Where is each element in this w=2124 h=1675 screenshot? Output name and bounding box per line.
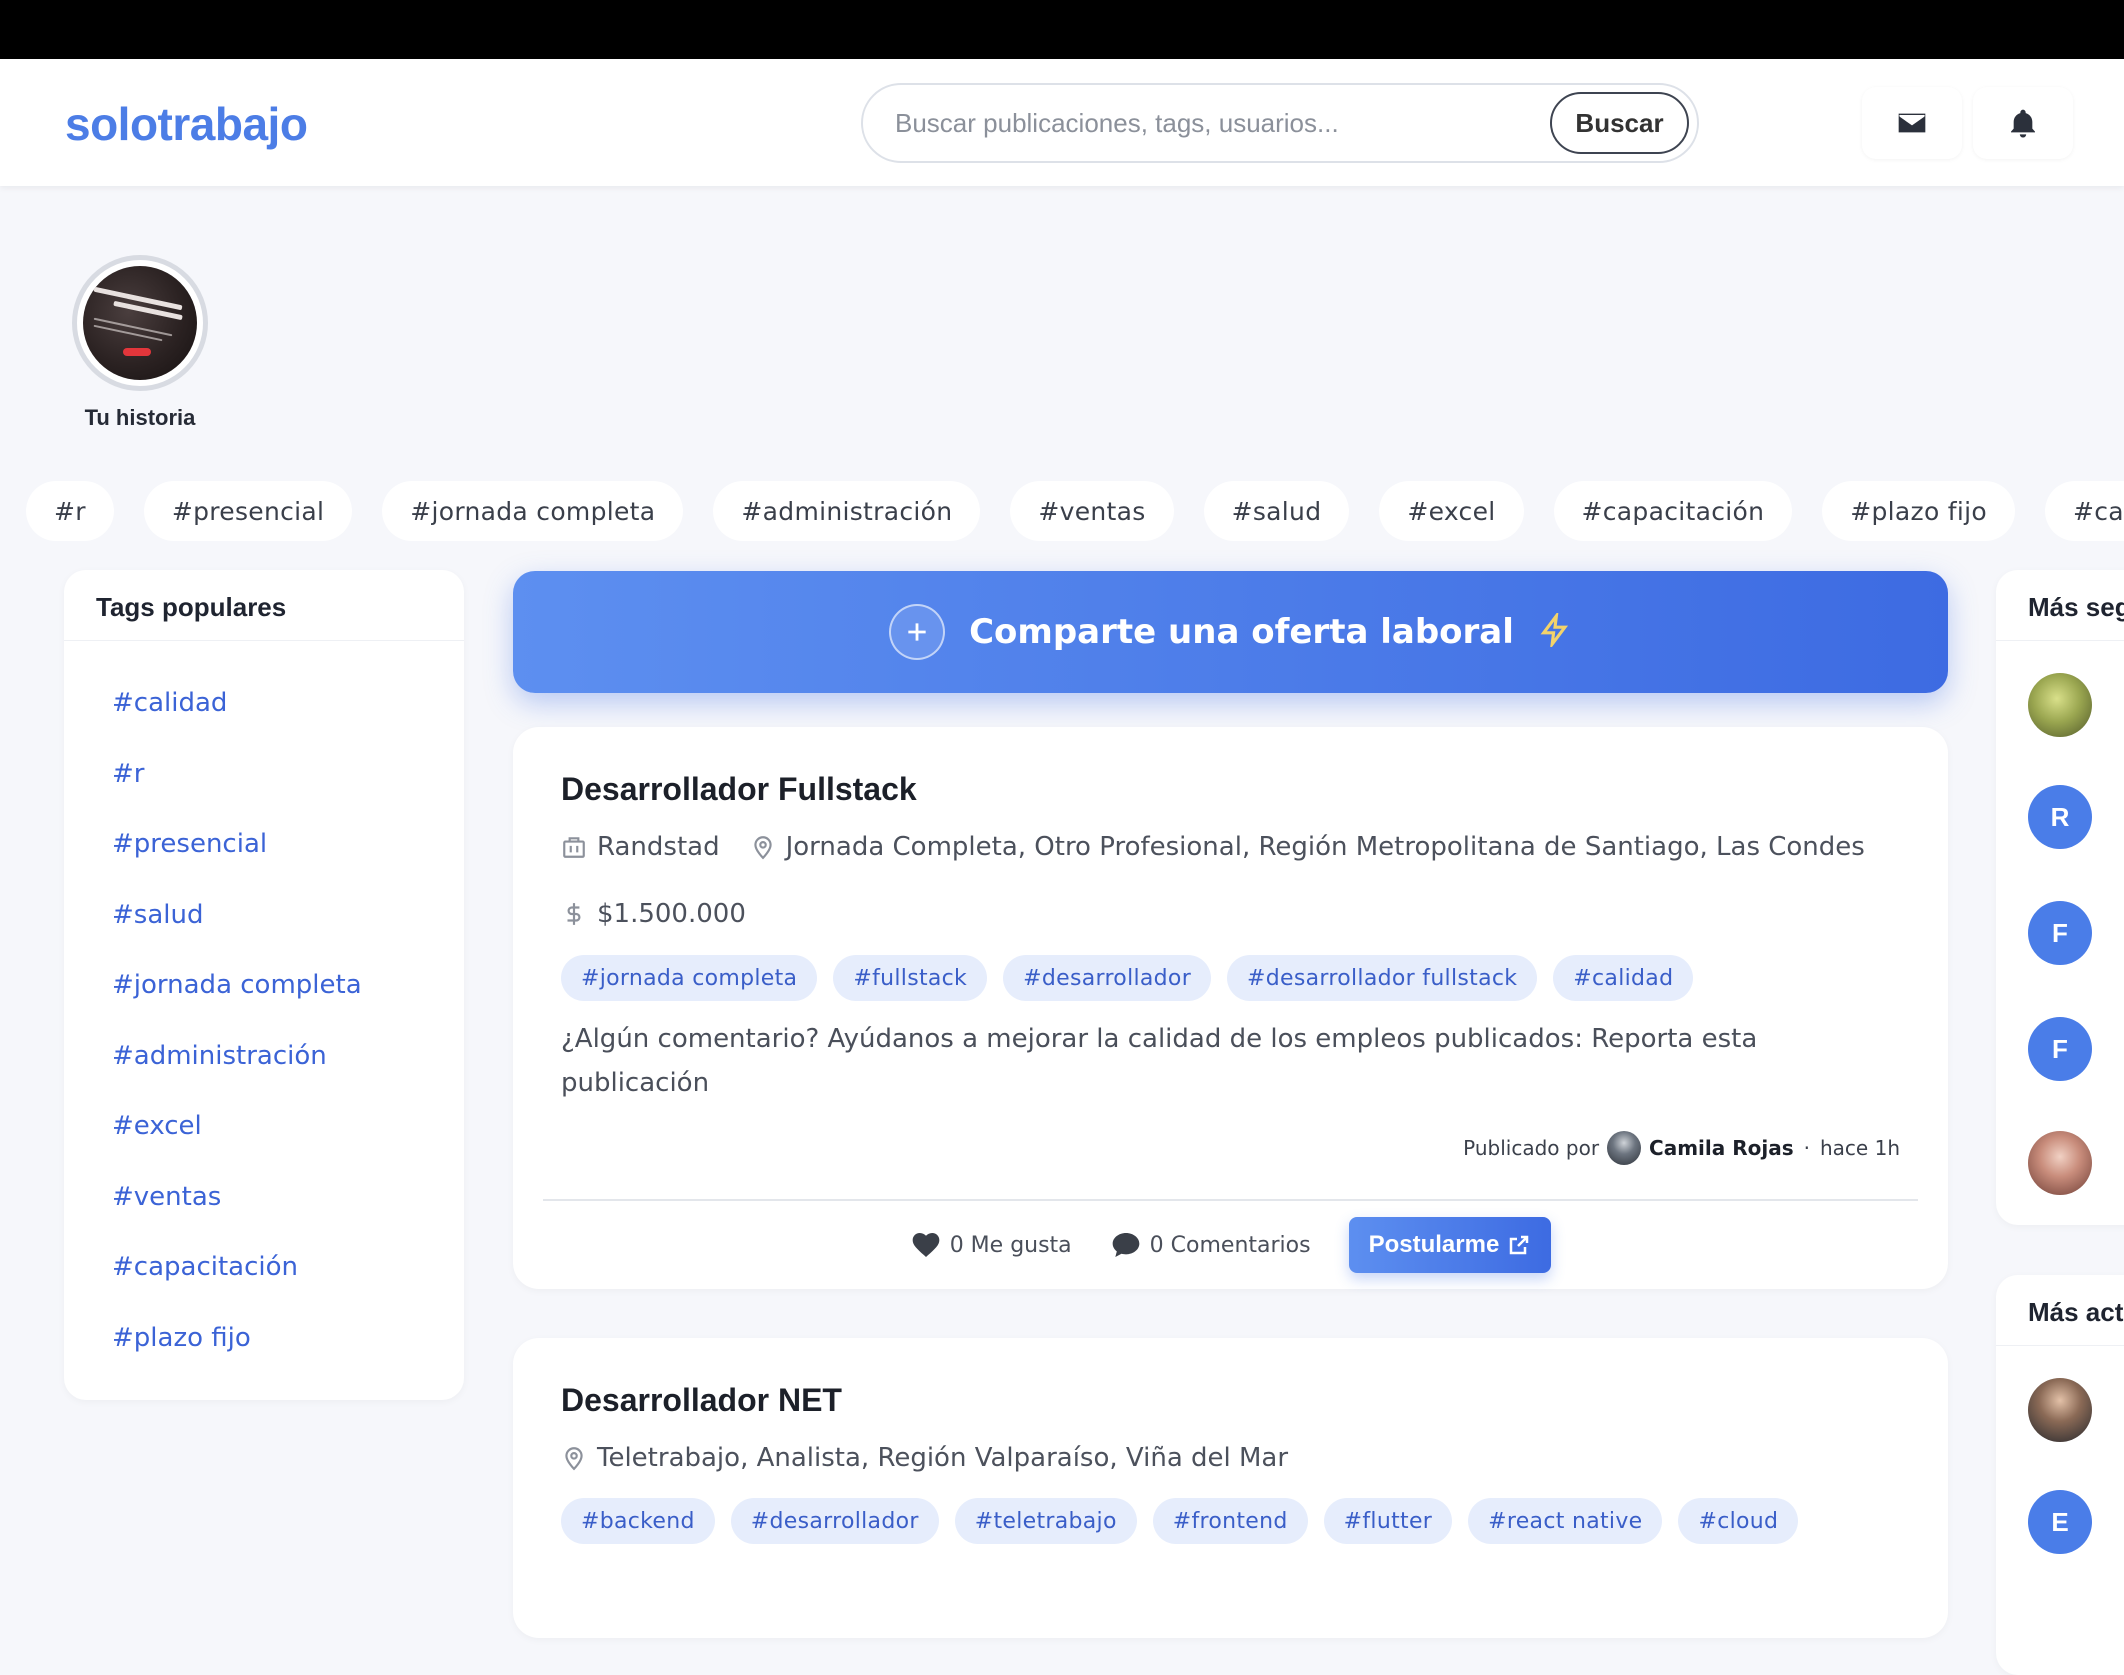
tag-chip[interactable]: #excel [1379, 481, 1524, 541]
popular-tag-link[interactable]: #plazo fijo [112, 1323, 362, 1394]
popular-tags-title: Tags populares [96, 592, 287, 622]
post-actions: 0 Me gusta 0 Comentarios Postularme [513, 1217, 1948, 1273]
story-item[interactable]: Tu historia [70, 255, 210, 431]
popular-tags-panel: Tags populares #calidad #r #presencial #… [64, 570, 464, 1400]
post-byline: Publicado por Camila Rojas · hace 1h [1463, 1131, 1900, 1165]
most-followed-panel: Más seg R F F [1996, 570, 2124, 1225]
like-count: 0 Me gusta [949, 1232, 1072, 1258]
tag-chip[interactable]: #plazo fijo [1822, 481, 2015, 541]
tag-chip[interactable]: #jornada completa [382, 481, 684, 541]
dollar-icon [567, 903, 581, 925]
tag-chip[interactable]: #capacitación [1553, 481, 1793, 541]
post-tag[interactable]: #react native [1468, 1498, 1663, 1544]
logo[interactable]: solotrabajo [65, 97, 308, 151]
user-avatar[interactable]: F [2028, 901, 2092, 965]
story-image [83, 266, 197, 380]
most-followed-title: Más seg [2028, 592, 2124, 622]
popular-tag-link[interactable]: #jornada completa [112, 970, 362, 1041]
share-job-offer-button[interactable]: Comparte una oferta laboral [513, 571, 1948, 693]
post-tag[interactable]: #fullstack [833, 955, 988, 1001]
popular-tag-link[interactable]: #capacitación [112, 1252, 362, 1323]
bolt-icon [1538, 609, 1572, 652]
building-icon [563, 837, 585, 858]
external-link-icon [1510, 1235, 1529, 1255]
popular-tags-list: #calidad #r #presencial #salud #jornada … [112, 688, 362, 1393]
job-post: Desarrollador Fullstack Randstad Jornada… [513, 727, 1948, 1289]
post-tag[interactable]: #jornada completa [561, 955, 818, 1001]
tag-chip[interactable]: #presencial [143, 481, 353, 541]
post-time: hace 1h [1820, 1136, 1900, 1160]
location-pin-icon [565, 1447, 583, 1471]
tag-chip[interactable]: #salud [1203, 481, 1350, 541]
apply-label: Postularme [1368, 1231, 1500, 1258]
post-meta: Teletrabajo, Analista, Región Valparaíso… [561, 1443, 1288, 1473]
search-button[interactable]: Buscar [1550, 92, 1689, 154]
post-tags: #backend #desarrollador #teletrabajo #fr… [561, 1498, 1799, 1544]
heart-icon [912, 1233, 940, 1257]
post-tag[interactable]: #desarrollador fullstack [1227, 955, 1538, 1001]
top-black-bar [0, 0, 2124, 59]
published-by-label: Publicado por [1463, 1136, 1600, 1160]
popular-tag-link[interactable]: #r [112, 759, 362, 830]
post-tag[interactable]: #teletrabajo [954, 1498, 1137, 1544]
post-tag[interactable]: #backend [561, 1498, 715, 1544]
user-avatar[interactable] [2028, 673, 2092, 737]
header: solotrabajo Buscar [0, 59, 2124, 186]
apply-button[interactable]: Postularme [1348, 1217, 1552, 1273]
tag-chip[interactable]: #administración [713, 481, 981, 541]
popular-tag-link[interactable]: #calidad [112, 688, 362, 759]
post-tag[interactable]: #cloud [1678, 1498, 1799, 1544]
story-avatar [72, 255, 208, 391]
search-bar: Buscar [861, 83, 1699, 163]
comments-button[interactable]: 0 Comentarios [1110, 1229, 1311, 1261]
post-tag[interactable]: #flutter [1323, 1498, 1453, 1544]
story-label: Tu historia [84, 405, 196, 430]
popular-tag-link[interactable]: #salud [112, 900, 362, 971]
post-description: ¿Algún comentario? Ayúdanos a mejorar la… [561, 1024, 1758, 1098]
popular-tag-link[interactable]: #ventas [112, 1182, 362, 1253]
location-pin-icon [753, 836, 772, 860]
tag-chip[interactable]: #calidad [2045, 481, 2124, 541]
user-avatar[interactable]: F [2028, 1017, 2092, 1081]
most-active-title: Más act [2028, 1297, 2124, 1327]
plus-icon [889, 604, 946, 660]
post-salary-line: $1.500.000 [561, 899, 746, 929]
share-label: Comparte una oferta laboral [969, 612, 1514, 652]
like-button[interactable]: 0 Me gusta [910, 1229, 1072, 1261]
search-input[interactable] [895, 103, 1535, 143]
author-avatar[interactable] [1607, 1131, 1642, 1165]
popular-tag-link[interactable]: #presencial [112, 829, 362, 900]
mail-icon [1898, 113, 1926, 133]
job-post: Desarrollador NET Teletrabajo, Analista,… [513, 1338, 1948, 1638]
post-salary: $1.500.000 [597, 899, 746, 929]
user-avatar[interactable] [2028, 1131, 2092, 1195]
post-tags: #jornada completa #fullstack #desarrolla… [561, 955, 1694, 1001]
post-tag[interactable]: #desarrollador [730, 1498, 939, 1544]
post-title[interactable]: Desarrollador NET [561, 1382, 842, 1419]
post-meta: Randstad Jornada Completa, Otro Profesio… [561, 832, 1865, 862]
messages-button[interactable] [1862, 87, 1962, 159]
tag-chip[interactable]: #ventas [1010, 481, 1174, 541]
post-location: Teletrabajo, Analista, Región Valparaíso… [597, 1443, 1289, 1473]
post-tag[interactable]: #desarrollador [1003, 955, 1212, 1001]
notifications-button[interactable] [1973, 87, 2073, 159]
most-active-panel: Más act E [1996, 1275, 2124, 1675]
trending-tags-row: #r #presencial #jornada completa #admini… [26, 481, 2124, 541]
user-avatar[interactable] [2028, 1378, 2092, 1442]
comment-icon [1112, 1233, 1140, 1257]
post-tag[interactable]: #calidad [1553, 955, 1694, 1001]
comment-count: 0 Comentarios [1149, 1232, 1311, 1258]
popular-tag-link[interactable]: #administración [112, 1041, 362, 1112]
author-name[interactable]: Camila Rojas [1649, 1136, 1794, 1160]
post-tag[interactable]: #frontend [1152, 1498, 1308, 1544]
tag-chip[interactable]: #r [26, 481, 114, 541]
post-company: Randstad [597, 832, 720, 862]
user-avatar[interactable]: E [2028, 1490, 2092, 1554]
post-title[interactable]: Desarrollador Fullstack [561, 771, 917, 808]
post-location: Jornada Completa, Otro Profesional, Regi… [785, 832, 1865, 862]
user-avatar[interactable]: R [2028, 785, 2092, 849]
bell-icon [2011, 109, 2035, 138]
popular-tag-link[interactable]: #excel [112, 1111, 362, 1182]
